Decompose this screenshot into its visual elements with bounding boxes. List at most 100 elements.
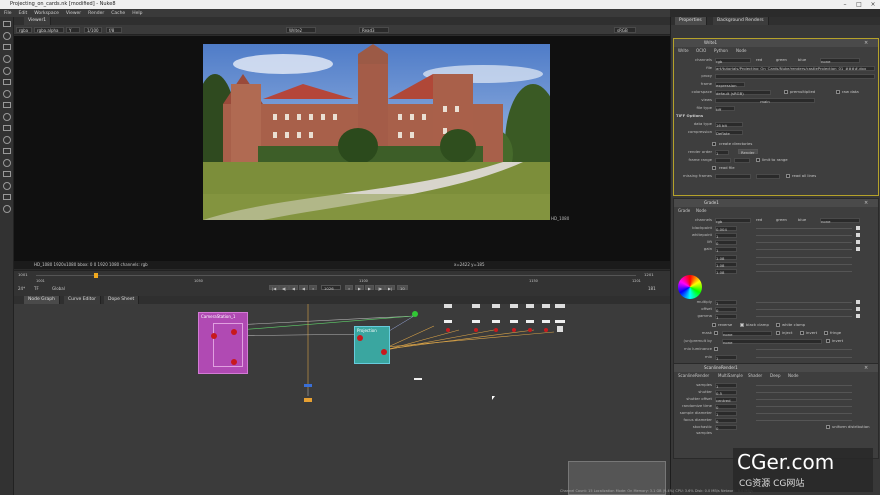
card-node[interactable]: [492, 304, 500, 308]
scene-node[interactable]: [557, 326, 563, 332]
close-panel-icon[interactable]: ×: [864, 365, 868, 371]
transform-node[interactable]: [555, 320, 565, 323]
missing-frames-select[interactable]: [715, 173, 751, 179]
render-order-field[interactable]: 1: [715, 149, 729, 156]
project-node[interactable]: [544, 328, 548, 332]
color-tool-icon[interactable]: [3, 67, 11, 75]
gain-field[interactable]: 1: [715, 246, 737, 253]
focus-diameter-field[interactable]: 0: [715, 417, 737, 424]
tab-node-graph[interactable]: Node Graph: [24, 296, 60, 304]
camera-node[interactable]: [231, 329, 237, 335]
tab-viewer1[interactable]: Viewer1: [24, 17, 52, 25]
alpha-channel-select[interactable]: none: [820, 217, 860, 224]
playhead[interactable]: [94, 273, 98, 278]
viewer-lut-select[interactable]: sRGB: [614, 27, 636, 33]
card-node[interactable]: [510, 304, 518, 308]
camera-node[interactable]: [211, 333, 217, 339]
limit-range-checkbox[interactable]: [756, 158, 760, 162]
colorspace-select[interactable]: Y: [66, 27, 80, 33]
raw-data-checkbox[interactable]: [836, 90, 840, 94]
range-select[interactable]: Global: [52, 286, 65, 291]
focus-diameter-slider[interactable]: [756, 420, 852, 421]
project-node[interactable]: [528, 328, 532, 332]
channels-select[interactable]: rgba: [16, 27, 32, 33]
views-tool-icon[interactable]: [3, 136, 11, 144]
gain-g-slider[interactable]: [756, 264, 852, 265]
step-forward-icon[interactable]: »: [345, 285, 354, 291]
projection-group[interactable]: Projection: [354, 326, 390, 364]
randomize-time-slider[interactable]: [756, 406, 852, 407]
tab-background-renders[interactable]: Background Renders: [713, 17, 769, 25]
mix-field[interactable]: 1: [715, 354, 737, 361]
node-name-field[interactable]: ScanlineRender1: [704, 365, 738, 370]
inject-checkbox[interactable]: [776, 331, 780, 335]
premultiplied-checkbox[interactable]: [784, 90, 788, 94]
3d-tool-icon[interactable]: [3, 125, 11, 131]
fps-field[interactable]: 24*: [18, 286, 25, 291]
transform-node[interactable]: [492, 320, 500, 323]
transform-tool-icon[interactable]: [3, 113, 11, 121]
draw-tool-icon[interactable]: [3, 32, 11, 40]
shutter-offset-slider[interactable]: [756, 399, 852, 400]
whitepoint-slider[interactable]: [756, 235, 852, 236]
deep-tool-icon[interactable]: [3, 171, 11, 177]
compression-select[interactable]: Deflate: [715, 129, 743, 136]
transform-node[interactable]: [526, 320, 534, 323]
color-swatch[interactable]: [856, 314, 860, 318]
project-node[interactable]: [446, 328, 450, 332]
tab-properties[interactable]: Properties: [675, 17, 707, 25]
tab-curve-editor[interactable]: Curve Editor: [64, 296, 102, 304]
tab-multisample[interactable]: MultiSample: [718, 373, 743, 378]
tab-grade[interactable]: Grade: [678, 208, 692, 213]
last-frame-icon[interactable]: ▶|: [385, 285, 396, 291]
card-node[interactable]: [444, 304, 452, 308]
whitepoint-field[interactable]: 1: [715, 232, 737, 239]
write-node[interactable]: [304, 398, 312, 402]
toolsets-icon[interactable]: [3, 205, 11, 213]
file-path-field[interactable]: art/tutorials/Projecting_On_Cards/Nuke/r…: [715, 65, 875, 71]
sample-diameter-slider[interactable]: [756, 413, 852, 414]
next-key-icon[interactable]: |▶: [375, 285, 386, 291]
blackpoint-field[interactable]: 0.004: [715, 225, 737, 232]
other-tool-icon[interactable]: [3, 182, 11, 190]
minimize-icon[interactable]: –: [838, 0, 852, 9]
offset-slider[interactable]: [756, 309, 852, 310]
play-icon[interactable]: ▶: [355, 285, 364, 291]
layer-select[interactable]: rgba.alpha: [34, 27, 64, 33]
play-back-icon[interactable]: ◀: [299, 285, 308, 291]
mask-select[interactable]: none: [722, 330, 772, 337]
metadata-tool-icon[interactable]: [3, 148, 11, 154]
samples-field[interactable]: 1: [715, 382, 737, 389]
current-frame-field[interactable]: 1026: [321, 285, 341, 291]
node-name-field[interactable]: Grade1: [704, 200, 719, 205]
blackpoint-slider[interactable]: [756, 228, 852, 229]
uniform-distribution-checkbox[interactable]: [826, 425, 830, 429]
red-check[interactable]: red: [756, 217, 762, 223]
red-check[interactable]: red: [756, 57, 762, 63]
color-swatch[interactable]: [856, 226, 860, 230]
color-swatch[interactable]: [856, 307, 860, 311]
tab-write[interactable]: Write: [678, 48, 692, 53]
mix-luminance-slider[interactable]: [756, 349, 852, 350]
shutter-offset-select[interactable]: centred: [715, 396, 737, 403]
input-a-select[interactable]: Write2: [286, 27, 316, 33]
close-panel-icon[interactable]: ×: [864, 40, 868, 46]
gain-b-field[interactable]: 1.08: [715, 268, 737, 275]
white-clamp-checkbox[interactable]: [776, 323, 780, 327]
card-node[interactable]: [542, 304, 550, 308]
maximize-icon[interactable]: □: [852, 0, 866, 9]
channels-select[interactable]: rgb: [715, 57, 751, 64]
views-select[interactable]: main: [715, 97, 815, 104]
channel-tool-icon[interactable]: [3, 55, 11, 63]
gain-r-slider[interactable]: [756, 257, 852, 258]
read-file-checkbox[interactable]: [712, 166, 716, 170]
card-node[interactable]: [472, 304, 480, 308]
tab-shader[interactable]: Shader: [748, 373, 762, 378]
gain-b-slider[interactable]: [756, 271, 852, 272]
blue-check[interactable]: blue: [798, 57, 806, 63]
tab-ocio[interactable]: OCIO: [696, 48, 710, 53]
multiply-slider[interactable]: [756, 302, 852, 303]
reverse-checkbox[interactable]: [712, 323, 716, 327]
project3d-node[interactable]: [357, 335, 363, 341]
sample-diameter-field[interactable]: 1: [715, 410, 737, 417]
